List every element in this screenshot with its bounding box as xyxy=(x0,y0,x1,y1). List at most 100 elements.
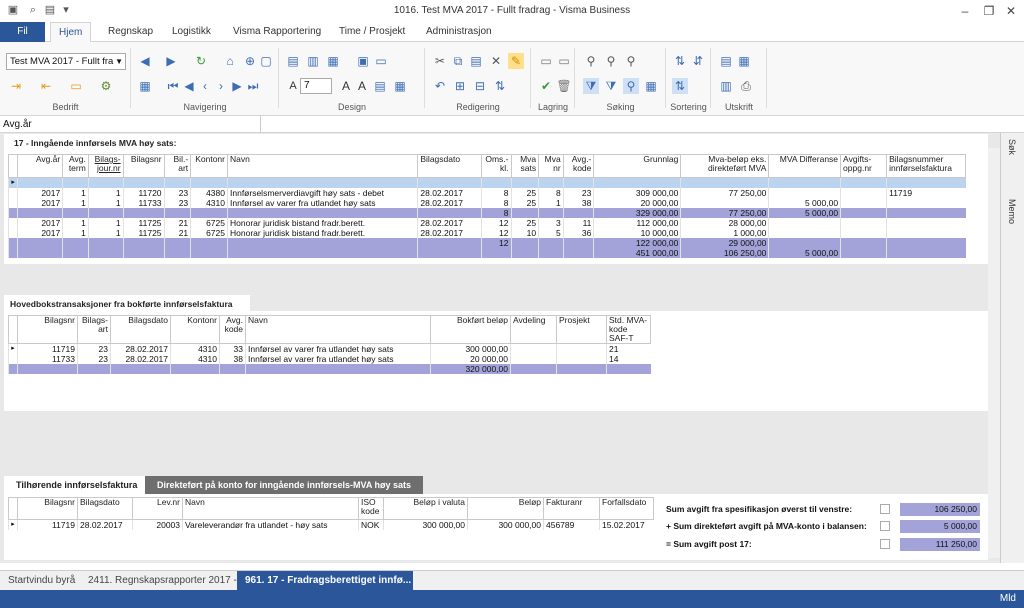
column-header[interactable]: Bilagsdato xyxy=(110,315,171,344)
table-cell[interactable] xyxy=(840,238,887,248)
table-cell[interactable] xyxy=(62,238,89,248)
table-cell[interactable]: 23 xyxy=(77,354,111,364)
tab-regnskap[interactable]: Regnskap xyxy=(100,22,161,42)
taskbar-item-regnskapsrapporter[interactable]: 2411. Regnskapsrapporter 2017 -> xyxy=(80,571,251,591)
table-cell[interactable]: 1 xyxy=(87,228,124,238)
table-cell[interactable] xyxy=(538,238,564,248)
back-icon[interactable]: ◀ xyxy=(137,53,153,69)
confirm-icon[interactable]: ✔ xyxy=(538,78,554,94)
sort-descending-icon[interactable]: ⇵ xyxy=(690,53,706,69)
column-header[interactable]: Oms.-kl. xyxy=(480,154,512,178)
first-icon[interactable]: ⏮ xyxy=(165,78,181,94)
table-cell[interactable]: 11719 xyxy=(17,519,78,530)
table-cell[interactable]: 456789 xyxy=(543,519,600,530)
minimize-icon[interactable]: – xyxy=(952,2,978,20)
table-cell[interactable]: 300 000,00 xyxy=(430,343,511,354)
table-cell[interactable]: 28.02.2017 xyxy=(110,354,171,364)
tab-file[interactable]: Fil xyxy=(0,22,45,42)
table-cell[interactable]: 1 xyxy=(87,218,124,228)
refresh-icon[interactable]: ↻ xyxy=(193,53,209,69)
table-cell[interactable] xyxy=(840,198,887,208)
table-cell[interactable] xyxy=(190,208,228,218)
taskbar-item-active[interactable]: 961. 17 - Fradragsberettiget innfø... xyxy=(237,571,413,591)
column-header[interactable]: Bilagsdato xyxy=(417,154,482,178)
table-cell[interactable] xyxy=(190,177,228,188)
table-cell[interactable]: 14 xyxy=(606,354,651,364)
table-cell[interactable] xyxy=(110,364,171,374)
delete-row-icon[interactable]: ⊟ xyxy=(472,78,488,94)
table-cell[interactable] xyxy=(886,248,966,258)
table-cell[interactable]: 122 000,00 xyxy=(593,238,681,248)
table-cell[interactable]: 23 xyxy=(562,188,594,198)
table-cell[interactable]: 23 xyxy=(163,188,191,198)
column-header[interactable]: Beløp i valuta xyxy=(383,497,468,520)
table-cell[interactable]: 2017 xyxy=(17,188,63,198)
column-header[interactable]: Navn xyxy=(226,154,419,178)
table-cell[interactable]: 28.02.2017 xyxy=(417,228,482,238)
table-cell[interactable]: 20 000,00 xyxy=(430,354,511,364)
table-cell[interactable] xyxy=(562,208,594,218)
table-cell[interactable]: 25 xyxy=(510,188,539,198)
table-cell[interactable] xyxy=(538,248,564,258)
table-cell[interactable] xyxy=(556,364,607,374)
column-header[interactable]: Bilagsnr xyxy=(17,315,78,344)
table-cell[interactable] xyxy=(768,238,841,248)
table-cell[interactable] xyxy=(122,238,165,248)
table-cell[interactable]: 8 xyxy=(480,198,511,208)
sok-tab[interactable]: Søk xyxy=(1007,139,1017,155)
table-cell[interactable]: 6725 xyxy=(190,218,228,228)
table-cell[interactable]: 4310 xyxy=(190,198,228,208)
table-cell[interactable]: 11733 xyxy=(122,198,165,208)
table-cell[interactable]: 8 xyxy=(538,188,564,198)
table-cell[interactable] xyxy=(17,364,78,374)
table-cell[interactable] xyxy=(17,208,63,218)
table-icon[interactable]: ▣ xyxy=(355,53,371,69)
company-tools-icon[interactable]: ⚙ xyxy=(98,78,114,94)
column-header[interactable]: Avg.år xyxy=(17,154,64,178)
cut-icon[interactable]: ✂ xyxy=(432,53,448,69)
table-cell[interactable] xyxy=(163,248,191,258)
table-cell[interactable] xyxy=(62,208,89,218)
export-icon[interactable]: ⇤ xyxy=(38,78,54,94)
column-header[interactable]: ISO kode xyxy=(358,497,384,520)
table-cell[interactable] xyxy=(556,343,607,354)
mva-spec-table[interactable]: Avg.år Avg. term Bilags-jour.nr Bilagsnr Bil… xyxy=(7,154,966,258)
sort-ascending-icon[interactable]: ⇅ xyxy=(672,53,688,69)
bookmark-icon[interactable]: ⊕ xyxy=(242,53,258,69)
table-cell[interactable]: 20 000,00 xyxy=(593,198,681,208)
table-cell[interactable]: 29 000,00 xyxy=(680,238,769,248)
column-header[interactable]: Bil.-art xyxy=(163,154,192,178)
column-header[interactable]: Avdeling xyxy=(510,315,557,344)
delete-icon[interactable]: ✕ xyxy=(488,53,504,69)
table-cell[interactable] xyxy=(170,364,220,374)
column-header[interactable]: Prosjekt xyxy=(556,315,607,344)
table-cell[interactable] xyxy=(510,343,557,354)
table-cell[interactable] xyxy=(840,228,887,238)
table-cell[interactable]: 25 xyxy=(510,198,539,208)
summary-checkbox[interactable] xyxy=(880,521,890,531)
column-header[interactable]: Bilagsnr xyxy=(122,154,165,178)
subtotal-row[interactable]: 451 000,00 106 250,00 5 000,00 xyxy=(7,248,966,258)
table-cell[interactable]: Innførsel av varer fra utlandet høy sats xyxy=(245,343,431,354)
table-cell[interactable]: 28.02.2017 xyxy=(417,188,482,198)
table-cell[interactable]: 5 000,00 xyxy=(768,248,841,258)
table-cell[interactable] xyxy=(510,208,539,218)
table-cell[interactable]: Innførselsmerverdiavgift høy sats - debe… xyxy=(226,188,418,198)
table-cell[interactable]: 11725 xyxy=(122,218,165,228)
table-cell[interactable]: 11719 xyxy=(17,343,78,354)
table-cell[interactable] xyxy=(190,238,228,248)
table-cell[interactable] xyxy=(62,248,89,258)
highlight-icon[interactable]: ✎ xyxy=(508,53,524,69)
table-cell[interactable] xyxy=(480,248,511,258)
table-cell[interactable]: 112 000,00 xyxy=(593,218,681,228)
table-cell[interactable]: 5 000,00 xyxy=(768,208,841,218)
table-cell[interactable]: 4310 xyxy=(170,354,220,364)
table-cell[interactable]: 12 xyxy=(480,228,511,238)
table-cell[interactable] xyxy=(480,177,511,188)
print-setup-icon[interactable]: ▦ xyxy=(736,53,752,69)
columns-icon[interactable]: ▥ xyxy=(305,53,321,69)
table-cell[interactable]: 77 250,00 xyxy=(680,188,769,198)
column-header[interactable]: Bilags-art xyxy=(77,315,111,344)
table-cell[interactable] xyxy=(417,238,482,248)
table-cell[interactable] xyxy=(510,354,557,364)
